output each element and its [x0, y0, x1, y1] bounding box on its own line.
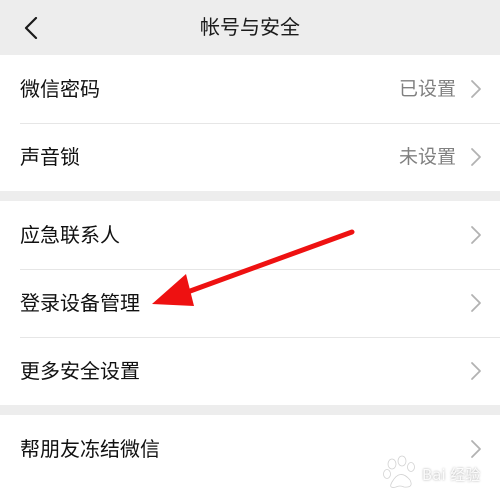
nav-bar: 帐号与安全	[0, 0, 500, 55]
chevron-right-icon	[471, 294, 481, 312]
chevron-right-icon	[471, 440, 481, 458]
chevron-right-icon	[471, 226, 481, 244]
row-more-security-settings[interactable]: 更多安全设置	[0, 337, 500, 405]
row-voice-lock[interactable]: 声音锁 未设置	[0, 123, 500, 191]
row-wechat-password[interactable]: 微信密码 已设置	[0, 55, 500, 123]
row-value: 未设置	[398, 146, 456, 168]
row-emergency-contact[interactable]: 应急联系人	[0, 201, 500, 269]
row-value: 已设置	[398, 78, 456, 100]
row-help-friend-freeze[interactable]: 帮朋友冻结微信	[0, 415, 500, 483]
chevron-right-icon	[471, 80, 481, 98]
row-label: 应急联系人	[20, 223, 120, 247]
row-label: 微信密码	[20, 77, 100, 101]
row-login-device-management[interactable]: 登录设备管理	[0, 269, 500, 337]
page-title: 帐号与安全	[200, 15, 300, 39]
chevron-right-icon	[471, 362, 481, 380]
settings-group-friends: 帮朋友冻结微信	[0, 415, 500, 502]
settings-group-security: 应急联系人 登录设备管理 更多安全设置	[0, 201, 500, 405]
row-label: 登录设备管理	[20, 291, 140, 315]
chevron-right-icon	[471, 148, 481, 166]
row-label: 更多安全设置	[20, 359, 140, 383]
settings-group-password: 微信密码 已设置 声音锁 未设置	[0, 55, 500, 191]
row-label: 帮朋友冻结微信	[20, 437, 160, 461]
row-label: 声音锁	[20, 145, 80, 169]
